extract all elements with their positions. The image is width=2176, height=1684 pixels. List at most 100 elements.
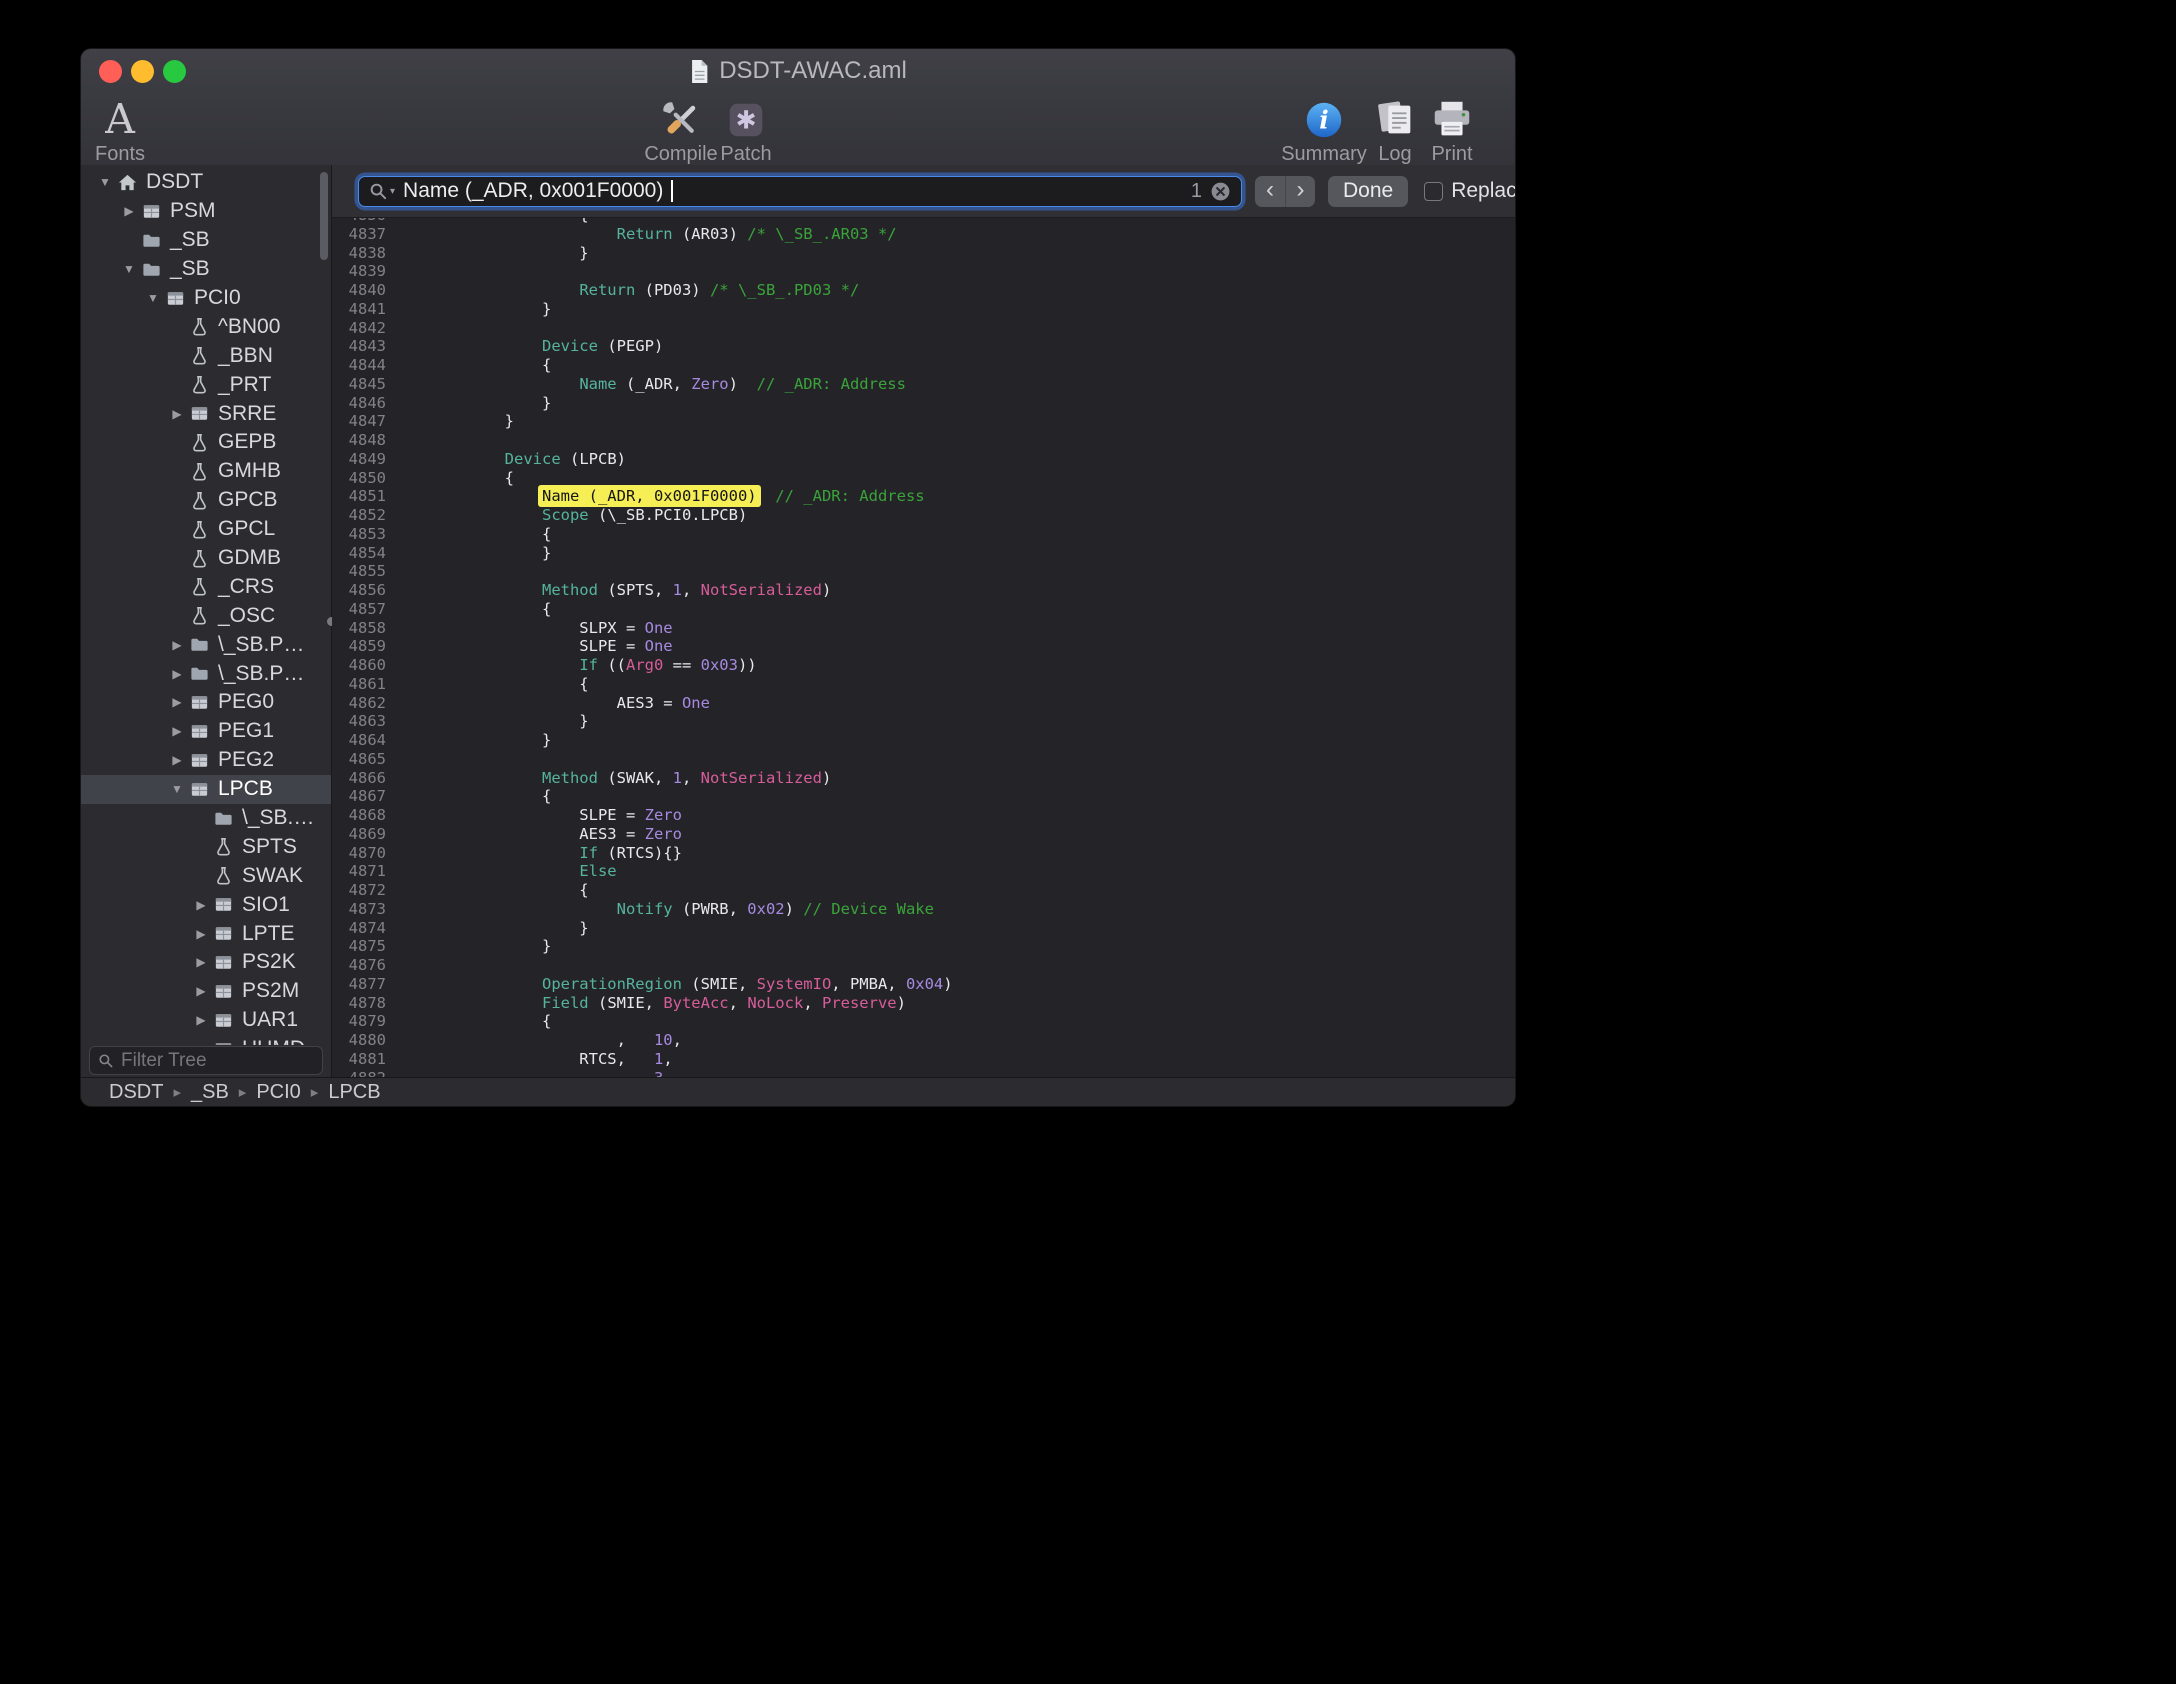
disclosure-closed-icon[interactable]: ▶ <box>167 667 187 681</box>
code-line[interactable]: 4850 { <box>332 469 1515 488</box>
sidebar-item-gdmb[interactable]: GDMB <box>81 544 331 573</box>
code-line[interactable]: 4871 Else <box>332 862 1515 881</box>
breadcrumb-item[interactable]: LPCB <box>328 1081 380 1104</box>
zoom-button[interactable] <box>163 60 186 83</box>
sidebar-item-gepb[interactable]: GEPB <box>81 428 331 457</box>
sidebar-item-gpcb[interactable]: GPCB <box>81 486 331 515</box>
code-line[interactable]: 4851 Name (_ADR, 0x001F0000) // _ADR: Ad… <box>332 487 1515 506</box>
disclosure-closed-icon[interactable]: ▶ <box>191 1013 211 1027</box>
code-line[interactable]: 4853 { <box>332 525 1515 544</box>
sidebar-item-dsdt[interactable]: ▼DSDT <box>81 168 331 197</box>
disclosure-open-icon[interactable]: ▼ <box>143 291 163 305</box>
sidebar-item-swak[interactable]: SWAK <box>81 861 331 890</box>
code-line[interactable]: 4880 , 10, <box>332 1031 1515 1050</box>
code-line[interactable]: 4859 SLPE = One <box>332 637 1515 656</box>
disclosure-closed-icon[interactable]: ▶ <box>167 753 187 767</box>
code-line[interactable]: 4858 SLPX = One <box>332 619 1515 638</box>
breadcrumb-item[interactable]: DSDT <box>109 1081 163 1104</box>
find-previous-button[interactable]: ‹ <box>1255 176 1285 207</box>
code-line[interactable]: 4873 Notify (PWRB, 0x02) // Device Wake <box>332 900 1515 919</box>
disclosure-closed-icon[interactable]: ▶ <box>167 695 187 709</box>
sidebar-item-sbp[interactable]: ▶\_SB.P… <box>81 659 331 688</box>
find-next-button[interactable]: › <box>1285 176 1315 207</box>
sidebar-item-ps2k[interactable]: ▶PS2K <box>81 948 331 977</box>
code-line[interactable]: 4870 If (RTCS){} <box>332 844 1515 863</box>
code-line[interactable]: 4839 <box>332 262 1515 281</box>
print-button[interactable]: Print <box>1407 96 1497 166</box>
fonts-button[interactable]: A Fonts <box>81 96 165 166</box>
code-line[interactable]: 4856 Method (SPTS, 1, NotSerialized) <box>332 581 1515 600</box>
code-line[interactable]: 4838 } <box>332 244 1515 263</box>
disclosure-closed-icon[interactable]: ▶ <box>167 638 187 652</box>
sidebar-item-sb[interactable]: ▼_SB <box>81 255 331 284</box>
close-button[interactable] <box>99 60 122 83</box>
code-line[interactable]: 4881 RTCS, 1, <box>332 1050 1515 1069</box>
code-line[interactable]: 4857 { <box>332 600 1515 619</box>
sidebar-item-lpte[interactable]: ▶LPTE <box>81 919 331 948</box>
sidebar-item-prt[interactable]: _PRT <box>81 370 331 399</box>
sidebar-item-pci0[interactable]: ▼PCI0 <box>81 284 331 313</box>
disclosure-closed-icon[interactable]: ▶ <box>119 204 139 218</box>
find-input[interactable]: ▾ Name (_ADR, 0x001F0000) 1 <box>358 176 1242 207</box>
code-line[interactable]: 4844 { <box>332 356 1515 375</box>
code-editor[interactable]: 4836 {4837 Return (AR03) /* \_SB_.AR03 *… <box>332 218 1515 1078</box>
filter-tree-input[interactable]: Filter Tree <box>89 1046 323 1075</box>
code-line[interactable]: 4872 { <box>332 881 1515 900</box>
sidebar-item-sio1[interactable]: ▶SIO1 <box>81 890 331 919</box>
disclosure-open-icon[interactable]: ▼ <box>95 175 115 189</box>
disclosure-closed-icon[interactable]: ▶ <box>191 984 211 998</box>
sidebar-item-psm[interactable]: ▶PSM <box>81 197 331 226</box>
disclosure-closed-icon[interactable]: ▶ <box>167 407 187 421</box>
sidebar-item-spts[interactable]: SPTS <box>81 832 331 861</box>
sidebar-scrollbar[interactable] <box>320 172 328 260</box>
code-line[interactable]: 4849 Device (LPCB) <box>332 450 1515 469</box>
sidebar-item-uar1[interactable]: ▶UAR1 <box>81 1006 331 1035</box>
code-line[interactable]: 4848 <box>332 431 1515 450</box>
sidebar-item-bbn[interactable]: _BBN <box>81 341 331 370</box>
code-line[interactable]: 4867 { <box>332 787 1515 806</box>
search-menu-icon[interactable]: ▾ <box>369 182 395 201</box>
disclosure-open-icon[interactable]: ▼ <box>167 782 187 796</box>
sidebar-item-ps2m[interactable]: ▶PS2M <box>81 977 331 1006</box>
code-line[interactable]: 4860 If ((Arg0 == 0x03)) <box>332 656 1515 675</box>
code-line[interactable]: 4845 Name (_ADR, Zero) // _ADR: Address <box>332 375 1515 394</box>
clear-search-button[interactable] <box>1210 181 1231 202</box>
disclosure-open-icon[interactable]: ▼ <box>119 262 139 276</box>
sidebar-item-sb[interactable]: _SB <box>81 226 331 255</box>
code-line[interactable]: 4863 } <box>332 712 1515 731</box>
code-line[interactable]: 4836 { <box>332 218 1515 225</box>
sidebar-item-srre[interactable]: ▶SRRE <box>81 399 331 428</box>
code-line[interactable]: 4866 Method (SWAK, 1, NotSerialized) <box>332 769 1515 788</box>
code-line[interactable]: 4852 Scope (\_SB.PCI0.LPCB) <box>332 506 1515 525</box>
sidebar-item-peg0[interactable]: ▶PEG0 <box>81 688 331 717</box>
code-line[interactable]: 4869 AES3 = Zero <box>332 825 1515 844</box>
disclosure-closed-icon[interactable]: ▶ <box>191 898 211 912</box>
sidebar-item-sb[interactable]: \_SB.… <box>81 804 331 833</box>
done-button[interactable]: Done <box>1328 176 1408 207</box>
sidebar-item-osc[interactable]: _OSC <box>81 601 331 630</box>
disclosure-closed-icon[interactable]: ▶ <box>191 955 211 969</box>
code-line[interactable]: 4865 <box>332 750 1515 769</box>
code-line[interactable]: 4840 Return (PD03) /* \_SB_.PD03 */ <box>332 281 1515 300</box>
sidebar-item-peg2[interactable]: ▶PEG2 <box>81 746 331 775</box>
code-line[interactable]: 4855 <box>332 562 1515 581</box>
code-line[interactable]: 4877 OperationRegion (SMIE, SystemIO, PM… <box>332 975 1515 994</box>
code-line[interactable]: 4875 } <box>332 937 1515 956</box>
code-line[interactable]: 4864 } <box>332 731 1515 750</box>
breadcrumb-item[interactable]: PCI0 <box>256 1081 300 1104</box>
code-line[interactable]: 4846 } <box>332 394 1515 413</box>
sidebar-item-humd[interactable]: ▶HUMD <box>81 1035 331 1045</box>
code-line[interactable]: 4861 { <box>332 675 1515 694</box>
code-line[interactable]: 4842 <box>332 319 1515 338</box>
sidebar-item-gmhb[interactable]: GMHB <box>81 457 331 486</box>
sidebar-item-crs[interactable]: _CRS <box>81 572 331 601</box>
code-line[interactable]: 4874 } <box>332 919 1515 938</box>
sidebar-item-sbp[interactable]: ▶\_SB.P… <box>81 630 331 659</box>
breadcrumb-item[interactable]: _SB <box>191 1081 229 1104</box>
code-line[interactable]: 4876 <box>332 956 1515 975</box>
code-line[interactable]: 4847 } <box>332 412 1515 431</box>
code-line[interactable]: 4843 Device (PEGP) <box>332 337 1515 356</box>
title-bar[interactable]: DSDT-AWAC.aml <box>81 49 1515 93</box>
code-line[interactable]: 4879 { <box>332 1012 1515 1031</box>
patch-button[interactable]: ✱ Patch <box>701 96 791 166</box>
